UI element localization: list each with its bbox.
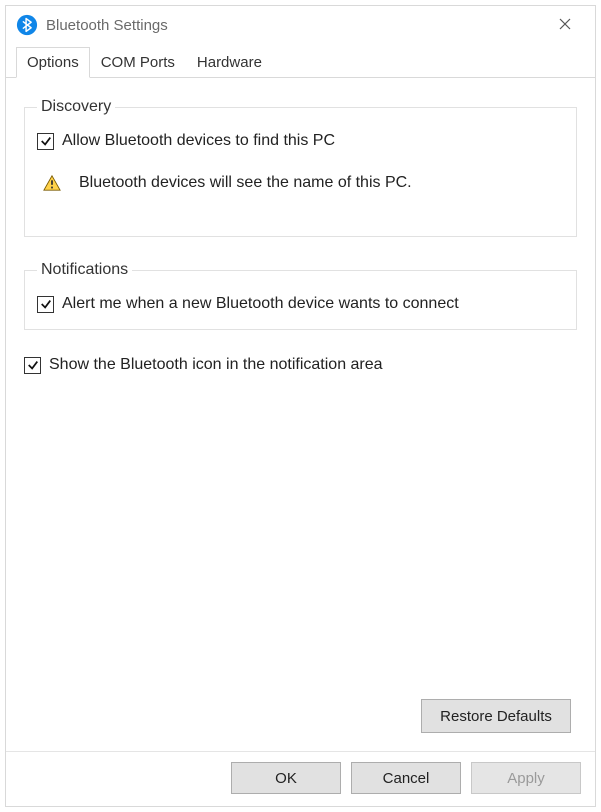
window-title: Bluetooth Settings [46,17,545,34]
content-spacer [24,374,577,699]
tab-com-ports[interactable]: COM Ports [90,47,186,78]
cancel-button[interactable]: Cancel [351,762,461,794]
alert-connect-checkbox[interactable] [37,296,54,313]
show-icon-checkbox[interactable] [24,357,41,374]
discovery-info-row: Bluetooth devices will see the name of t… [37,174,564,192]
show-icon-label: Show the Bluetooth icon in the notificat… [49,356,383,374]
checkmark-icon [40,135,52,147]
bluetooth-settings-dialog: Bluetooth Settings Options COM Ports Har… [5,5,596,807]
allow-discovery-label: Allow Bluetooth devices to find this PC [62,132,335,150]
notifications-legend: Notifications [37,261,132,279]
allow-discovery-checkbox[interactable] [37,133,54,150]
titlebar: Bluetooth Settings [6,6,595,44]
checkmark-icon [40,298,52,310]
notifications-group: Notifications Alert me when a new Blueto… [24,261,577,330]
ok-button[interactable]: OK [231,762,341,794]
close-icon [559,17,571,33]
discovery-legend: Discovery [37,98,115,116]
alert-connect-label: Alert me when a new Bluetooth device wan… [62,295,459,313]
alert-connect-row: Alert me when a new Bluetooth device wan… [37,295,564,313]
tab-row: Options COM Ports Hardware [6,46,595,78]
allow-discovery-row: Allow Bluetooth devices to find this PC [37,132,564,150]
close-button[interactable] [545,10,585,40]
show-icon-row: Show the Bluetooth icon in the notificat… [24,356,577,374]
tab-options[interactable]: Options [16,47,90,78]
restore-defaults-row: Restore Defaults [24,699,577,733]
options-panel: Discovery Allow Bluetooth devices to fin… [6,78,595,751]
dialog-button-bar: OK Cancel Apply [6,751,595,806]
apply-button: Apply [471,762,581,794]
bluetooth-icon [16,14,38,36]
discovery-group: Discovery Allow Bluetooth devices to fin… [24,98,577,237]
checkmark-icon [27,359,39,371]
tab-hardware[interactable]: Hardware [186,47,273,78]
warning-icon [43,174,61,192]
restore-defaults-button[interactable]: Restore Defaults [421,699,571,733]
discovery-info-text: Bluetooth devices will see the name of t… [79,174,412,192]
